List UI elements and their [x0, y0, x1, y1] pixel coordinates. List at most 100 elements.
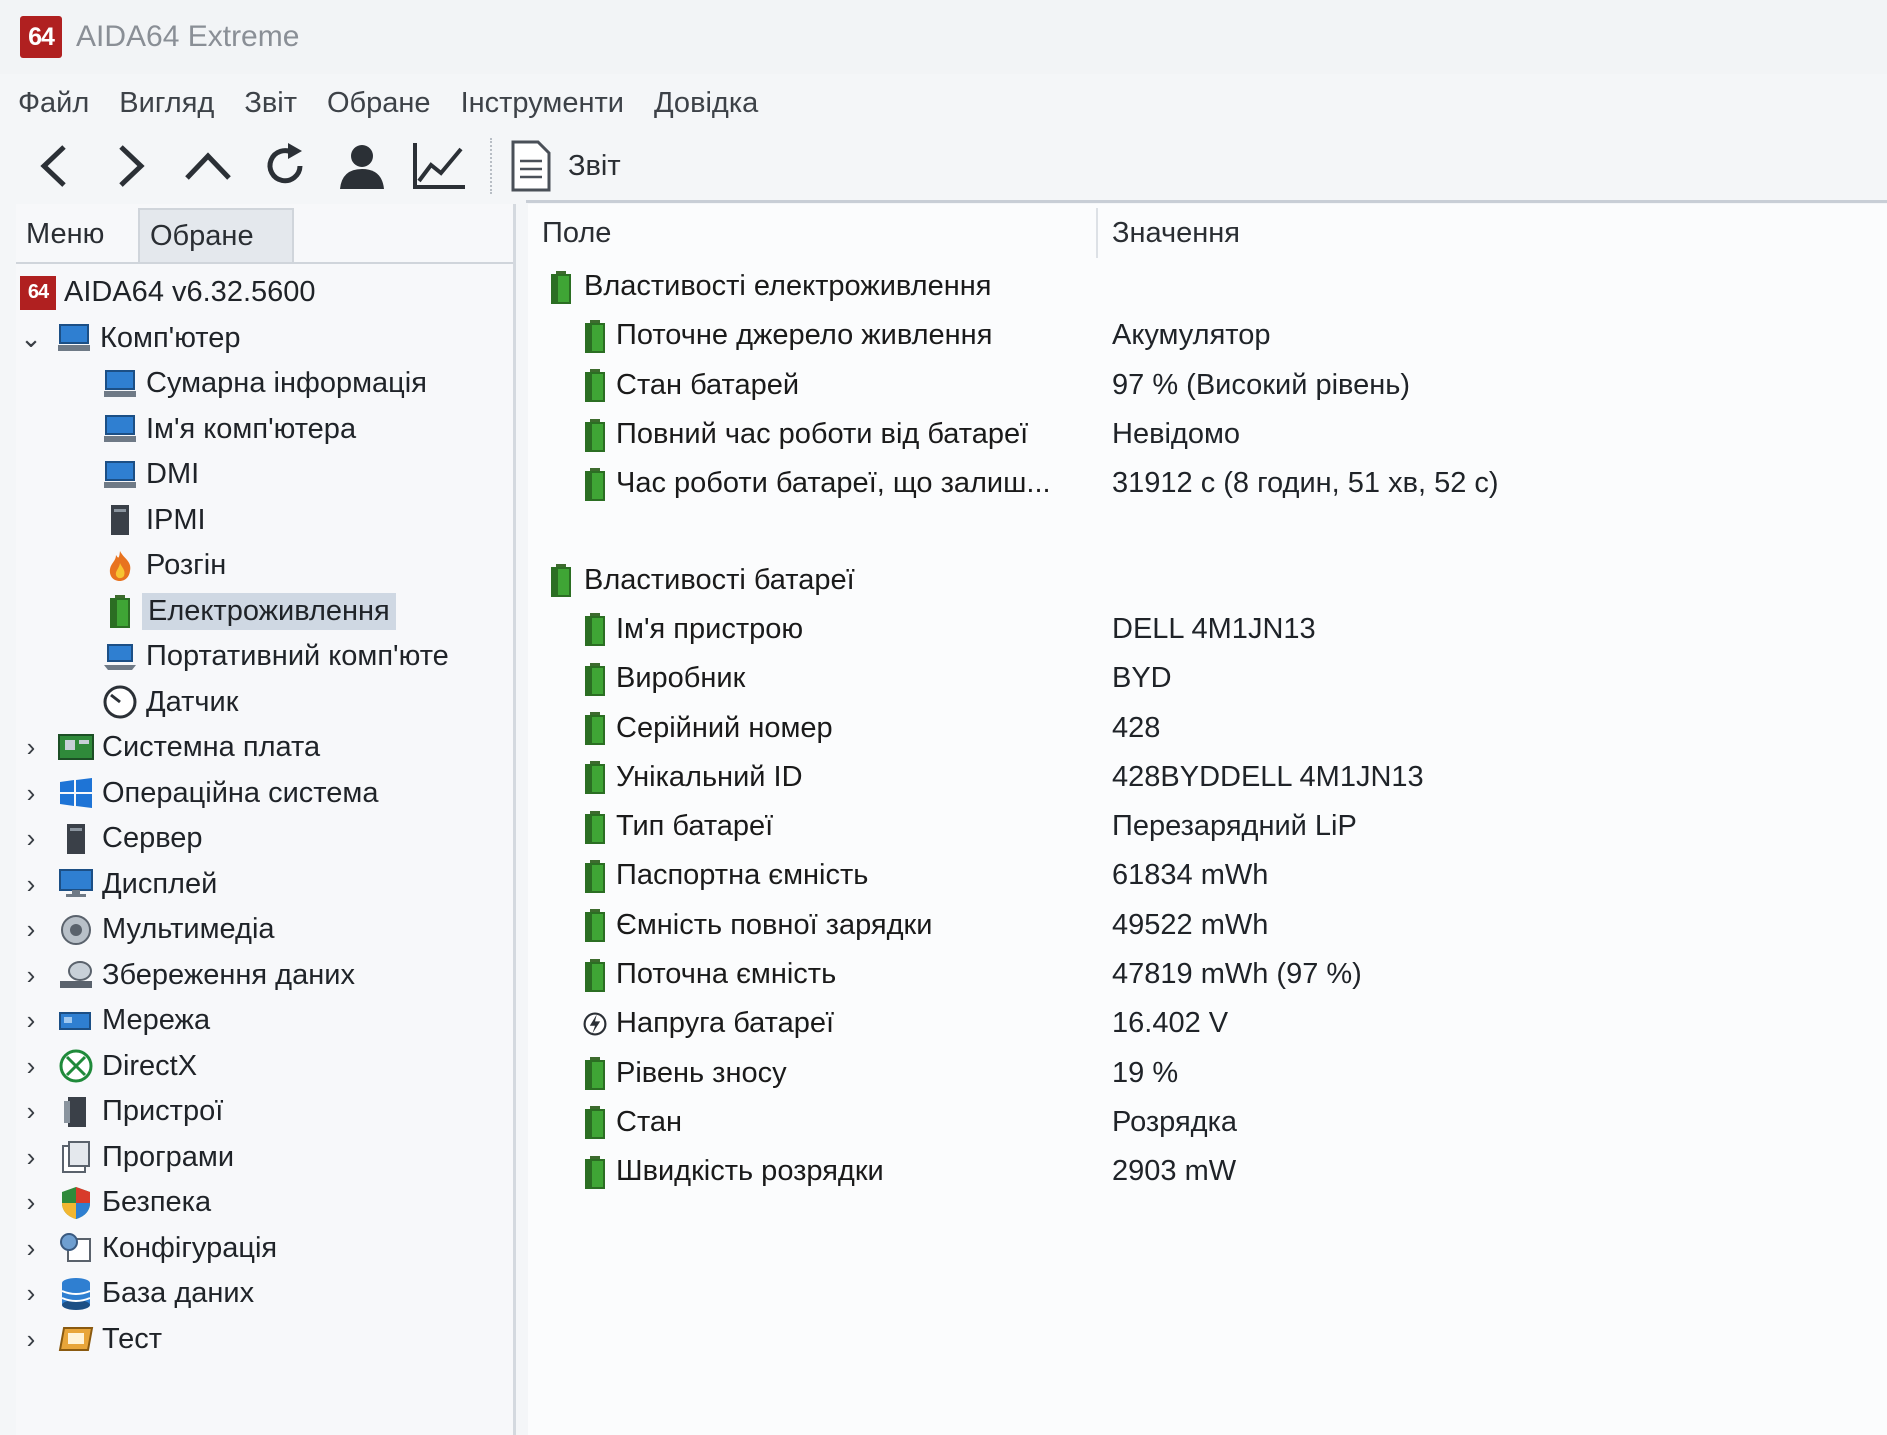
user-button[interactable]	[332, 136, 392, 196]
tree-item-config[interactable]: › Конфігурація	[16, 1226, 513, 1272]
chevron-right-icon[interactable]: ›	[16, 914, 46, 945]
field-label: Час роботи батареї, що залиш...	[616, 467, 1051, 500]
section-title: Властивості електроживлення	[584, 270, 992, 303]
tree-label: Датчик	[146, 685, 239, 718]
tree-item-motherboard[interactable]: › Системна плата	[16, 725, 513, 771]
chevron-right-icon[interactable]: ›	[16, 1096, 46, 1127]
computer-icon	[100, 411, 140, 447]
back-button[interactable]	[24, 136, 84, 196]
computer-icon	[100, 457, 140, 493]
tree-item-os[interactable]: › Операційна система	[16, 771, 513, 817]
tree-item-benchmark[interactable]: › Тест	[16, 1317, 513, 1363]
refresh-button[interactable]	[255, 136, 315, 196]
tree-item-devices[interactable]: › Пристрої	[16, 1089, 513, 1135]
up-icon	[185, 152, 231, 180]
section-header[interactable]: Властивості батареї	[528, 555, 1887, 604]
list-item[interactable]: Поточна ємність 47819 mWh (97 %)	[528, 950, 1887, 999]
field-value: DELL 4M1JN13	[1112, 612, 1316, 645]
tree-label: Портативний комп'юте	[146, 640, 449, 673]
left-tabs: Меню Обране	[16, 204, 513, 262]
list-item[interactable]: Паспортна ємність 61834 mWh	[528, 851, 1887, 900]
menu-tools[interactable]: Інструменти	[461, 87, 624, 120]
chart-button[interactable]	[409, 136, 469, 196]
section-header[interactable]: Властивості електроживлення	[528, 262, 1887, 311]
tree-item-database[interactable]: › База даних	[16, 1271, 513, 1317]
tree-item-directx[interactable]: › DirectX	[16, 1044, 513, 1090]
chevron-right-icon[interactable]: ›	[16, 778, 46, 809]
list-item[interactable]: Рівень зносу 19 %	[528, 1048, 1887, 1097]
list-item[interactable]: Швидкість розрядки 2903 mW	[528, 1147, 1887, 1196]
list-item[interactable]: Виробник BYD	[528, 654, 1887, 703]
tab-menu[interactable]: Меню	[16, 208, 136, 262]
window-title: AIDA64 Extreme	[76, 20, 300, 53]
list-item[interactable]: Стан батарей 97 % (Високий рівень)	[528, 361, 1887, 410]
tree-label: Тест	[102, 1322, 162, 1355]
list-item[interactable]: Серійний номер 428	[528, 703, 1887, 752]
tree-item-security[interactable]: › Безпека	[16, 1180, 513, 1226]
menu-view[interactable]: Вигляд	[119, 87, 214, 120]
list-item[interactable]: Тип батареї Перезарядний LiP	[528, 802, 1887, 851]
benchmark-icon	[56, 1321, 96, 1357]
tree-item-summary[interactable]: Сумарна інформація	[16, 361, 513, 407]
list-item[interactable]: Повний час роботи від батареї Невідомо	[528, 410, 1887, 459]
chevron-right-icon[interactable]: ›	[16, 1005, 46, 1036]
tree-item-computer[interactable]: ⌄ Комп'ютер	[16, 316, 513, 362]
list-item[interactable]: Стан Розрядка	[528, 1098, 1887, 1147]
tree-item-multimedia[interactable]: › Мультимедіа	[16, 907, 513, 953]
chevron-right-icon[interactable]: ›	[16, 823, 46, 854]
tree-item-server[interactable]: › Сервер	[16, 816, 513, 862]
network-icon	[56, 1003, 96, 1039]
server-icon	[100, 502, 140, 538]
chevron-right-icon[interactable]: ›	[16, 960, 46, 991]
tree-item-portable[interactable]: Портативний комп'юте	[16, 634, 513, 680]
chevron-right-icon[interactable]: ›	[16, 1187, 46, 1218]
menu-help[interactable]: Довідка	[654, 87, 758, 120]
chevron-right-icon[interactable]: ›	[16, 1278, 46, 1309]
list-item[interactable]: Ім'я пристрою DELL 4M1JN13	[528, 605, 1887, 654]
chevron-right-icon[interactable]: ›	[16, 1051, 46, 1082]
chevron-right-icon[interactable]: ›	[16, 732, 46, 763]
up-button[interactable]	[178, 136, 238, 196]
field-label: Паспортна ємність	[616, 859, 869, 892]
battery-icon	[582, 417, 608, 453]
tree-item-sensor[interactable]: Датчик	[16, 680, 513, 726]
tree-item-overclock[interactable]: Розгін	[16, 543, 513, 589]
tree-item-network[interactable]: › Мережа	[16, 998, 513, 1044]
tree-item-power[interactable]: Електроживлення	[16, 589, 513, 635]
field-label: Напруга батареї	[616, 1007, 835, 1040]
tree-item-dmi[interactable]: DMI	[16, 452, 513, 498]
tree-label: Сумарна інформація	[146, 367, 427, 400]
tree-label: Збереження даних	[102, 958, 355, 991]
chevron-down-icon[interactable]: ⌄	[16, 323, 46, 354]
database-icon	[56, 1276, 96, 1312]
tree-item-storage[interactable]: › Збереження даних	[16, 953, 513, 999]
tree-item-programs[interactable]: › Програми	[16, 1135, 513, 1181]
column-header-field[interactable]: Поле	[528, 208, 1098, 258]
field-value: 428BYDDELL 4M1JN13	[1112, 760, 1424, 793]
chevron-right-icon[interactable]: ›	[16, 869, 46, 900]
list-item[interactable]: Унікальний ID 428BYDDELL 4M1JN13	[528, 753, 1887, 802]
tree-item-ipmi[interactable]: IPMI	[16, 498, 513, 544]
report-button[interactable]: Звіт	[510, 139, 621, 193]
menu-report[interactable]: Звіт	[244, 87, 297, 120]
tree-label: Електроживлення	[142, 592, 396, 630]
menu-favorites[interactable]: Обране	[327, 87, 431, 120]
menu-file[interactable]: Файл	[18, 87, 89, 120]
title-bar: 64 AIDA64 Extreme	[0, 0, 1887, 74]
chevron-right-icon[interactable]: ›	[16, 1324, 46, 1355]
tree-item-computer-name[interactable]: Ім'я комп'ютера	[16, 407, 513, 453]
list-item[interactable]: Ємність повної зарядки 49522 mWh	[528, 901, 1887, 950]
column-header-value[interactable]: Значення	[1098, 217, 1240, 250]
tree-item-root[interactable]: 64 AIDA64 v6.32.5600	[16, 270, 513, 316]
forward-button[interactable]	[101, 136, 161, 196]
list-item[interactable]: Поточне джерело живлення Акумулятор	[528, 311, 1887, 360]
list-item[interactable]: Напруга батареї 16.402 V	[528, 999, 1887, 1048]
computer-icon	[54, 320, 94, 356]
list-item[interactable]: Час роботи батареї, що залиш... 31912 с …	[528, 459, 1887, 508]
chevron-right-icon[interactable]: ›	[16, 1233, 46, 1264]
tree-label: База даних	[102, 1277, 255, 1310]
tab-favorites[interactable]: Обране	[138, 208, 294, 262]
chevron-right-icon[interactable]: ›	[16, 1142, 46, 1173]
tree-item-display[interactable]: › Дисплей	[16, 862, 513, 908]
